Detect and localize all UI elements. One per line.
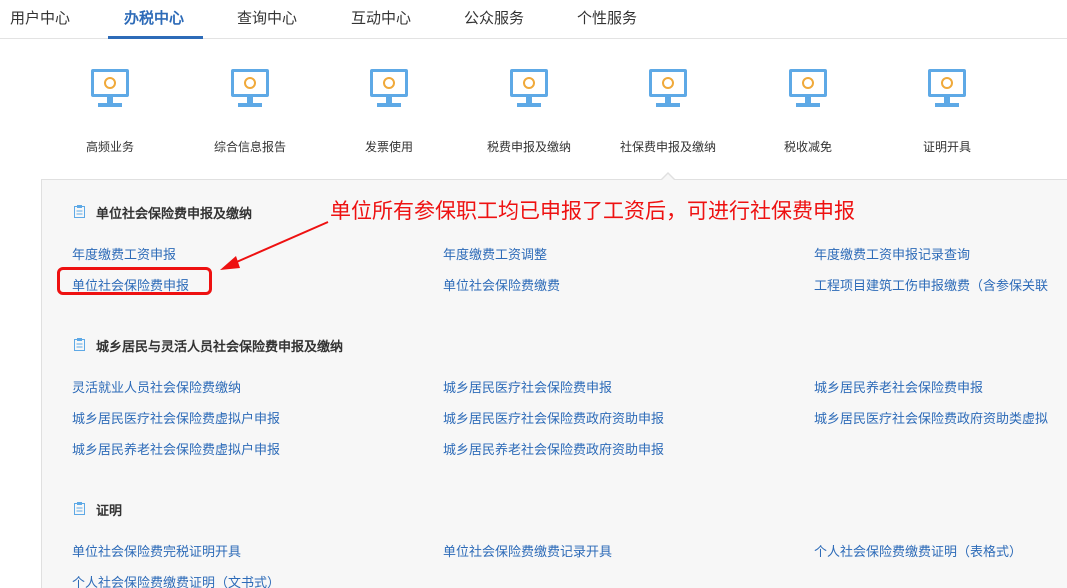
document-icon bbox=[74, 338, 85, 351]
link-resident-pension-virtual[interactable]: 城乡居民养老社会保险费虚拟户申报 bbox=[72, 439, 280, 458]
service-label: 高频业务 bbox=[85, 140, 134, 154]
link-annual-wage-records[interactable]: 年度缴费工资申报记录查询 bbox=[814, 244, 970, 263]
link-construction-injury-declare[interactable]: 工程项目建筑工伤申报缴费（含参保关联 bbox=[814, 275, 1048, 294]
service-label: 税收减免 bbox=[783, 140, 832, 154]
service-label: 社保费申报及缴纳 bbox=[619, 140, 716, 154]
link-resident-medical-declare[interactable]: 城乡居民医疗社会保险费申报 bbox=[443, 377, 612, 396]
link-resident-medical-gov-aid[interactable]: 城乡居民医疗社会保险费政府资助申报 bbox=[443, 408, 664, 427]
nav-tax-center[interactable]: 办税中心 bbox=[124, 7, 184, 28]
link-personal-certificate-document[interactable]: 个人社会保险费缴费证明（文书式） bbox=[72, 572, 280, 588]
link-annual-wage-adjust[interactable]: 年度缴费工资调整 bbox=[443, 244, 547, 263]
link-annual-wage-declare[interactable]: 年度缴费工资申报 bbox=[72, 244, 176, 263]
service-label: 发票使用 bbox=[364, 140, 413, 154]
monitor-icon bbox=[928, 69, 966, 107]
document-icon bbox=[74, 205, 85, 218]
link-unit-insurance-payment[interactable]: 单位社会保险费缴费 bbox=[443, 275, 560, 294]
nav-public-service[interactable]: 公众服务 bbox=[464, 7, 524, 28]
top-nav: 用户中心 办税中心 查询中心 互动中心 公众服务 个性服务 bbox=[0, 0, 1067, 39]
annotation-text: 单位所有参保职工均已申报了工资后，可进行社保费申报 bbox=[330, 199, 855, 223]
monitor-icon bbox=[231, 69, 269, 107]
link-flexible-employment-payment[interactable]: 灵活就业人员社会保险费缴纳 bbox=[72, 377, 241, 396]
nav-personal-service[interactable]: 个性服务 bbox=[577, 7, 637, 28]
nav-query-center[interactable]: 查询中心 bbox=[237, 7, 297, 28]
service-label: 综合信息报告 bbox=[213, 140, 286, 154]
monitor-icon bbox=[789, 69, 827, 107]
nav-interaction-center[interactable]: 互动中心 bbox=[351, 7, 411, 28]
link-resident-medical-virtual[interactable]: 城乡居民医疗社会保险费虚拟户申报 bbox=[72, 408, 280, 427]
panel-caret-inner bbox=[661, 174, 675, 181]
monitor-icon bbox=[649, 69, 687, 107]
link-personal-certificate-table[interactable]: 个人社会保险费缴费证明（表格式） bbox=[814, 541, 1022, 560]
section-title-text: 单位社会保险费申报及缴纳 bbox=[96, 207, 253, 222]
link-resident-medical-gov-aid-virtual[interactable]: 城乡居民医疗社会保险费政府资助类虚拟 bbox=[814, 408, 1048, 427]
link-resident-pension-gov-aid[interactable]: 城乡居民养老社会保险费政府资助申报 bbox=[443, 439, 664, 458]
section-title-text: 城乡居民与灵活人员社会保险费申报及缴纳 bbox=[96, 340, 344, 355]
section-title-text: 证明 bbox=[96, 504, 123, 519]
document-icon bbox=[74, 502, 85, 515]
link-resident-pension-declare[interactable]: 城乡居民养老社会保险费申报 bbox=[814, 377, 983, 396]
link-unit-payment-record[interactable]: 单位社会保险费缴费记录开具 bbox=[443, 541, 612, 560]
monitor-icon bbox=[370, 69, 408, 107]
link-unit-tax-certificate[interactable]: 单位社会保险费完税证明开具 bbox=[72, 541, 241, 560]
page: 用户中心 办税中心 查询中心 互动中心 公众服务 个性服务 高频业务 综合信息报… bbox=[0, 0, 1067, 588]
nav-active-underline bbox=[108, 36, 203, 39]
nav-user-center[interactable]: 用户中心 bbox=[10, 7, 70, 28]
service-label: 证明开具 bbox=[922, 140, 971, 154]
service-label: 税费申报及缴纳 bbox=[486, 140, 571, 154]
monitor-icon bbox=[510, 69, 548, 107]
monitor-icon bbox=[91, 69, 129, 107]
highlight-box bbox=[57, 267, 212, 295]
